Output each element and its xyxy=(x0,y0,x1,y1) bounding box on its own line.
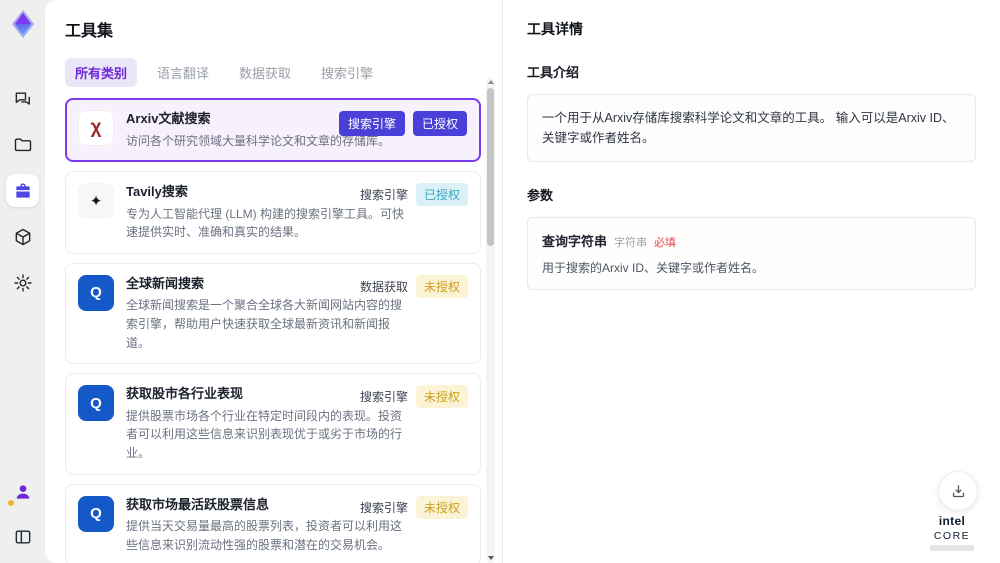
tavily-icon: ✦ xyxy=(78,183,114,220)
tool-intro-box: 一个用于从Arxiv存储库搜索科学论文和文章的工具。 输入可以是Arxiv ID… xyxy=(527,94,976,162)
category-badge: 搜索引擎 xyxy=(359,390,408,405)
tool-intro-text: 一个用于从Arxiv存储库搜索科学论文和文章的工具。 输入可以是Arxiv ID… xyxy=(542,111,955,145)
qblue-icon: Q xyxy=(78,495,114,532)
detail-title: 工具详情 xyxy=(527,21,583,37)
tool-badges: 搜索引擎 已授权 xyxy=(359,183,468,207)
intel-core-logo: intel CORE xyxy=(920,514,984,551)
tab-3[interactable]: 搜索引擎 xyxy=(311,58,383,87)
list-scrollbar[interactable] xyxy=(486,78,495,563)
auth-status-badge: 已授权 xyxy=(415,183,468,207)
tab-0[interactable]: 所有类别 xyxy=(65,58,138,87)
app-logo-icon xyxy=(7,8,39,40)
auth-status-badge: 未授权 xyxy=(415,274,468,298)
panel-toggle-icon[interactable] xyxy=(6,520,39,553)
tool-card[interactable]: Q 全球新闻搜索 全球新闻搜索是一个聚合全球各大新闻网站内容的搜索引擎，帮助用户… xyxy=(65,262,481,365)
tool-card[interactable]: Q 获取股市各行业表现 提供股票市场各个行业在特定时间段内的表现。投资者可以利用… xyxy=(65,373,481,475)
chat-icon[interactable] xyxy=(6,82,39,115)
category-badge: 数据获取 xyxy=(359,279,408,294)
sidebar-nav xyxy=(6,82,39,299)
brand-sub-badge xyxy=(930,545,974,551)
tab-1[interactable]: 语言翻译 xyxy=(147,58,219,87)
cube-icon[interactable] xyxy=(6,220,39,253)
qblue-icon: Q xyxy=(78,274,114,311)
auth-status-badge: 未授权 xyxy=(415,385,468,409)
gear-icon[interactable] xyxy=(6,266,39,299)
app-window: 工具集 所有类别 语言翻译 数据获取 搜索引擎 χ Arxiv文献搜索 访问各个研究领… xyxy=(0,0,1000,563)
avatar-status-dot xyxy=(8,500,14,506)
auth-status-badge: 未授权 xyxy=(415,495,468,519)
tool-list-panel: 工具集 所有类别 语言翻译 数据获取 搜索引擎 χ Arxiv文献搜索 访问各个研究领… xyxy=(45,0,503,563)
category-badge: 搜索引擎 xyxy=(359,500,408,515)
tool-detail-panel: 工具详情 工具介绍 一个用于从Arxiv存储库搜索科学论文和文章的工具。 输入可… xyxy=(503,0,1000,563)
param-type: 字符串 xyxy=(614,237,648,249)
tool-badges: 数据获取 未授权 xyxy=(359,274,468,298)
category-tabs: 所有类别 语言翻译 数据获取 搜索引擎 xyxy=(65,58,502,87)
tool-description: 全球新闻搜索是一个聚合全球各大新闻网站内容的搜索引擎，帮助用户快速获取全球最新资… xyxy=(126,298,403,350)
brand-intel-text: intel xyxy=(938,514,966,528)
sidebar xyxy=(0,0,45,563)
tool-card[interactable]: χ Arxiv文献搜索 访问各个研究领域大量科学论文和文章的存储库。 搜索引擎 … xyxy=(65,98,481,163)
tool-list: χ Arxiv文献搜索 访问各个研究领域大量科学论文和文章的存储库。 搜索引擎 … xyxy=(65,98,481,563)
tool-badges: 搜索引擎 未授权 xyxy=(359,495,468,519)
params-heading: 参数 xyxy=(527,188,554,203)
param-name: 查询字符串 xyxy=(542,234,608,249)
intro-heading: 工具介绍 xyxy=(527,65,580,80)
category-badge: 搜索引擎 xyxy=(338,111,405,136)
download-button[interactable] xyxy=(938,471,978,511)
qblue-icon: Q xyxy=(78,385,114,422)
params-list: 查询字符串 字符串 必填 用于搜索的Arxiv ID、关键字或作者姓名。 xyxy=(527,217,976,290)
arxiv-icon: χ xyxy=(78,110,114,146)
folder-icon[interactable] xyxy=(6,128,39,161)
avatar[interactable] xyxy=(6,475,39,508)
scrollbar-thumb[interactable] xyxy=(487,88,494,246)
main-content: 工具集 所有类别 语言翻译 数据获取 搜索引擎 χ Arxiv文献搜索 访问各个研究领… xyxy=(45,0,1000,563)
sidebar-bottom xyxy=(6,475,39,553)
tool-card[interactable]: Q 获取市场最活跃股票信息 提供当天交易量最高的股票列表，投资者可以利用这些信息… xyxy=(65,483,481,563)
param-description: 用于搜索的Arxiv ID、关键字或作者姓名。 xyxy=(542,261,765,275)
auth-status-badge: 已授权 xyxy=(412,111,467,136)
tool-description: 专为人工智能代理 (LLM) 构建的搜索引擎工具。可快速提供实时、准确和真实的结… xyxy=(126,206,405,240)
category-badge: 搜索引擎 xyxy=(359,188,408,203)
tab-2[interactable]: 数据获取 xyxy=(229,58,301,87)
scroll-down-icon[interactable] xyxy=(487,556,494,560)
tool-card[interactable]: ✦ Tavily搜索 专为人工智能代理 (LLM) 构建的搜索引擎工具。可快速提… xyxy=(65,171,481,254)
param-required-flag: 必填 xyxy=(654,237,677,249)
scroll-up-icon[interactable] xyxy=(487,80,494,84)
tool-description: 提供股票市场各个行业在特定时间段内的表现。投资者可以利用这些信息来识别表现优于或… xyxy=(126,408,403,460)
param-card: 查询字符串 字符串 必填 用于搜索的Arxiv ID、关键字或作者姓名。 xyxy=(527,217,976,290)
brand-core-text: CORE xyxy=(933,530,971,542)
page-title: 工具集 xyxy=(65,23,114,40)
tool-badges: 搜索引擎 已授权 xyxy=(338,111,467,136)
tool-description: 提供当天交易量最高的股票列表，投资者可以利用这些信息来识别流动性强的股票和潜在的… xyxy=(126,519,403,552)
toolbox-icon[interactable] xyxy=(6,174,39,207)
tool-badges: 搜索引擎 未授权 xyxy=(359,385,468,409)
